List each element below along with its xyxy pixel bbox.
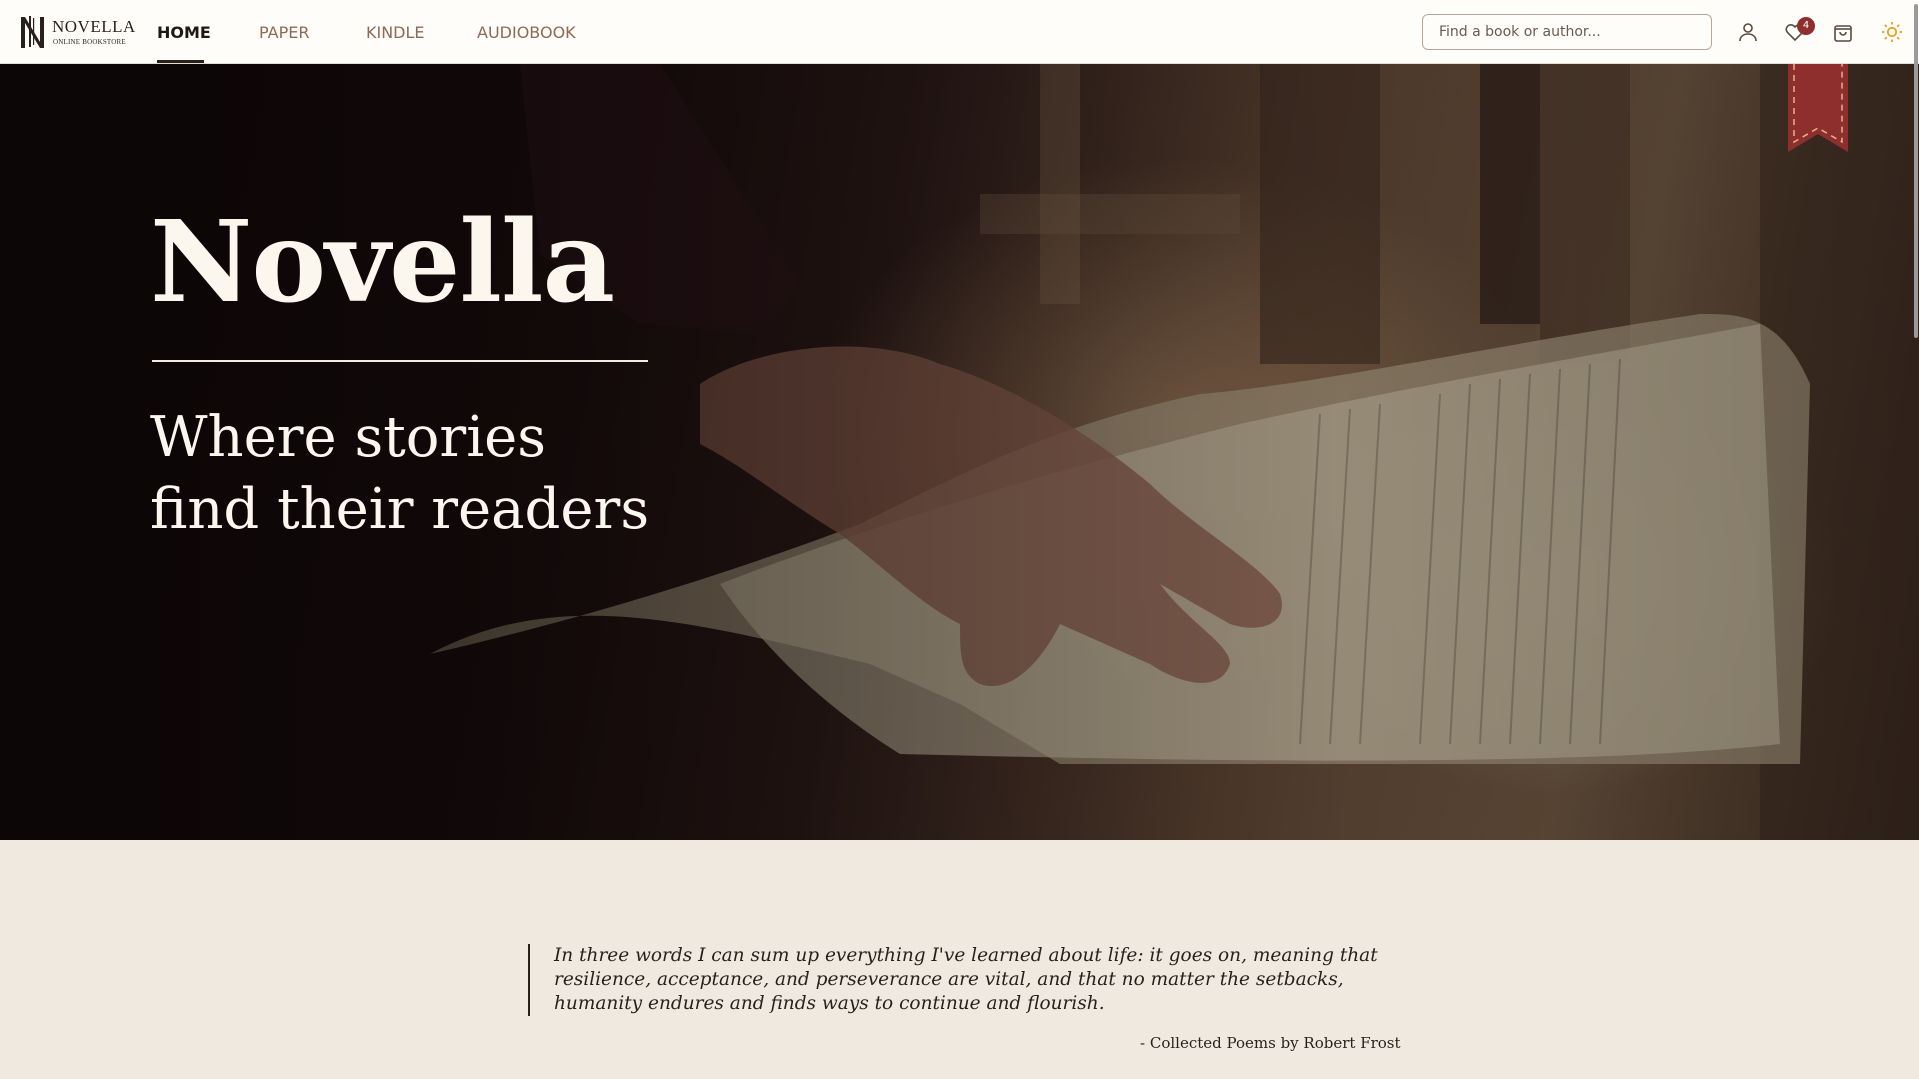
nav-link-paper[interactable]: PAPER xyxy=(259,23,309,42)
wishlist-count-badge: 4 xyxy=(1797,17,1815,35)
hero-tagline-line-2: find their readers xyxy=(150,477,650,542)
top-navbar: NOVELLA ONLINE BOOKSTORE HOME PAPER KIND… xyxy=(0,0,1919,64)
quote-line-2: resilience, acceptance, and perseverance… xyxy=(554,969,1344,990)
quote-line-3: humanity endures and finds ways to conti… xyxy=(554,993,1105,1014)
shopping-bag-icon[interactable] xyxy=(1831,20,1855,44)
bookmark-ribbon-icon[interactable] xyxy=(1788,64,1848,152)
hero-tagline: Where stories find their readers xyxy=(150,402,649,546)
brand-logo[interactable]: NOVELLA ONLINE BOOKSTORE xyxy=(18,14,135,50)
sun-icon[interactable] xyxy=(1880,20,1904,44)
search-input[interactable] xyxy=(1422,14,1712,50)
brand-name: NOVELLA xyxy=(52,17,136,36)
featured-quote: In three words I can sum up everything I… xyxy=(528,944,1388,1016)
hero-divider xyxy=(152,360,648,362)
user-icon[interactable] xyxy=(1736,20,1760,44)
logo-n-icon xyxy=(21,16,44,48)
nav-link-audiobook[interactable]: AUDIOBOOK xyxy=(477,23,576,42)
brand-tagline: ONLINE BOOKSTORE xyxy=(53,38,126,46)
nav-active-indicator xyxy=(157,60,204,63)
quote-attribution: - Collected Poems by Robert Frost xyxy=(1140,1034,1401,1052)
page-scrollbar-thumb[interactable] xyxy=(1914,4,1918,338)
nav-link-home[interactable]: HOME xyxy=(157,23,211,42)
nav-link-kindle[interactable]: KINDLE xyxy=(366,23,425,42)
hero-tagline-line-1: Where stories xyxy=(150,405,546,470)
quote-line-1: In three words I can sum up everything I… xyxy=(554,945,1378,966)
hero-title: Novella xyxy=(150,197,615,328)
hero-banner: Novella Where stories find their readers xyxy=(0,64,1919,840)
